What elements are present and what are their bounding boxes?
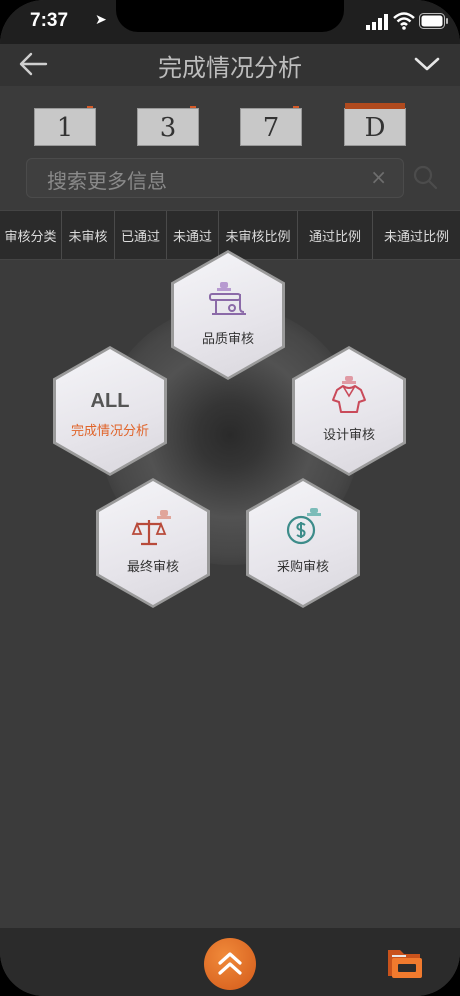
counter-label: D xyxy=(364,113,386,143)
nav-header: 完成情况分析 xyxy=(0,44,460,86)
counter-7[interactable]: 7 xyxy=(240,106,302,146)
search-input[interactable]: 搜索更多信息 × xyxy=(26,158,404,198)
folder-icon[interactable] xyxy=(384,944,426,984)
hex-purchase-review[interactable]: 采购审核 xyxy=(246,478,360,608)
counter-label: 3 xyxy=(159,113,177,143)
counter-3[interactable]: 3 xyxy=(137,106,199,146)
hex-all-summary[interactable]: ALL 完成情况分析 xyxy=(53,346,167,476)
counter-d[interactable]: D xyxy=(344,103,406,146)
hex-label: 最终审核 xyxy=(126,560,179,575)
bottom-bar xyxy=(0,928,460,996)
hex-label: 品质审核 xyxy=(201,332,254,347)
wifi-icon xyxy=(393,12,415,30)
notch xyxy=(116,0,344,32)
counter-flag xyxy=(293,106,299,108)
battery-icon xyxy=(419,13,448,29)
search-placeholder: 搜索更多信息 xyxy=(47,169,167,193)
location-arrow-icon: ➤ xyxy=(95,12,107,28)
counter-row: 1 3 7 D xyxy=(0,100,460,150)
tab-pass-ratio[interactable]: 通过比例 xyxy=(298,211,373,259)
double-chevron-up-icon xyxy=(218,952,242,975)
counter-flag xyxy=(190,106,196,108)
tab-fail-ratio[interactable]: 未通过比例 xyxy=(373,211,460,259)
tab-category[interactable]: 审核分类 xyxy=(0,211,62,259)
chevron-down-icon[interactable] xyxy=(414,54,440,74)
status-bar: 7:37 ➤ xyxy=(0,0,460,44)
hex-label: 采购审核 xyxy=(276,560,329,575)
counter-label: 7 xyxy=(262,113,280,143)
scroll-top-button[interactable] xyxy=(204,938,256,990)
page-title: 完成情况分析 xyxy=(158,54,302,82)
dollar-shield-stamp-icon xyxy=(286,508,321,545)
counter-1[interactable]: 1 xyxy=(34,106,96,146)
tab-passed[interactable]: 已通过 xyxy=(115,211,167,259)
hex-design-review[interactable]: 设计审核 xyxy=(292,346,406,476)
hex-final-review[interactable]: 最终审核 xyxy=(96,478,210,608)
counter-flag xyxy=(87,106,93,108)
clear-icon[interactable]: × xyxy=(370,165,387,189)
scale-stamp-icon xyxy=(131,510,171,546)
status-time: 7:37 xyxy=(30,10,69,31)
signal-icon xyxy=(366,14,388,30)
hex-all-title: ALL xyxy=(90,390,130,412)
tab-pending[interactable]: 未审核 xyxy=(62,211,115,259)
hex-all-subtitle: 完成情况分析 xyxy=(70,424,149,439)
counter-label: 1 xyxy=(56,113,74,143)
sewing-machine-stamp-icon xyxy=(209,282,246,315)
hex-quality-review[interactable]: 品质审核 xyxy=(171,250,285,380)
counter-flag xyxy=(345,103,405,109)
app-screen: 7:37 ➤ 完成情况分析 1 3 7 D 搜索更多信息 × 审核分类 未审核 … xyxy=(0,0,460,996)
hex-label: 设计审核 xyxy=(322,428,375,443)
search-icon[interactable] xyxy=(412,164,438,190)
garment-stamp-icon xyxy=(332,376,366,413)
